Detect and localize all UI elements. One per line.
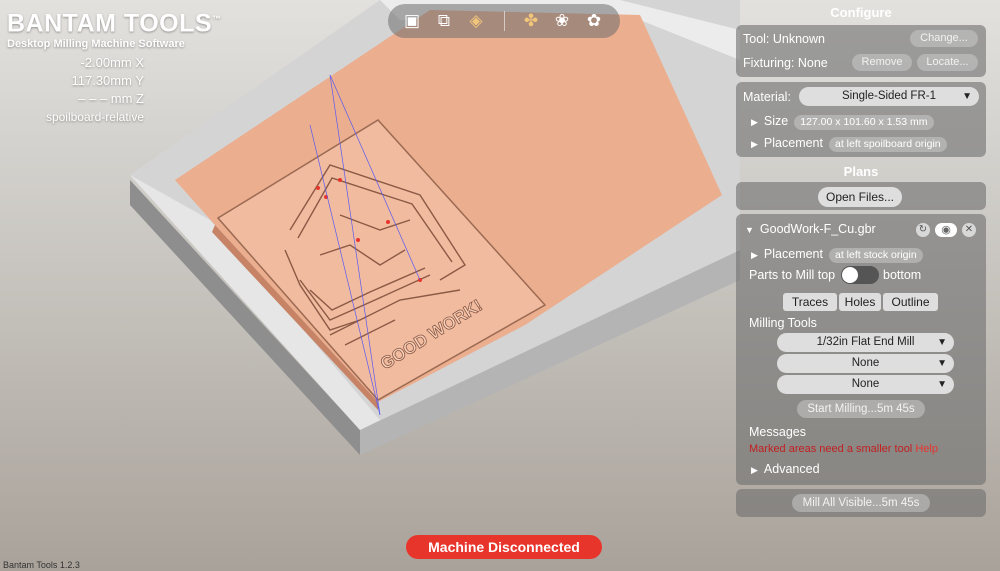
material-label: Material: <box>743 90 791 104</box>
plan-file-disclosure[interactable]: ▼ GoodWork-F_Cu.gbr <box>745 222 876 236</box>
coordinates-readout: -2.00mm X 117.30mm Y – – – mm Z spoilboa… <box>20 54 144 126</box>
material-placement-value: at left spoilboard origin <box>828 137 947 152</box>
configure-title: Configure <box>830 5 892 20</box>
toolbar-divider <box>504 11 505 31</box>
messages-label: Messages <box>749 425 806 439</box>
plans-title: Plans <box>843 164 879 179</box>
start-milling-button[interactable]: Start Milling...5m 45s <box>797 400 925 418</box>
disclosure-triangle-icon: ▶ <box>751 250 758 260</box>
brand: BANTAM TOOLS™ Desktop Milling Machine So… <box>7 6 222 50</box>
coord-x: -2.00mm X <box>80 55 144 70</box>
traces-icon[interactable]: ❀ <box>550 10 574 32</box>
app-version: Bantam Tools 1.2.3 <box>3 560 80 570</box>
remove-fixturing-button[interactable]: Remove <box>852 54 912 71</box>
plan-placement-value: at left stock origin <box>828 248 923 263</box>
top-view-icon[interactable]: ⧉ <box>432 10 456 32</box>
drill-icon[interactable]: ✿ <box>582 10 606 32</box>
close-icon[interactable]: ✕ <box>962 223 976 237</box>
disclosure-triangle-icon: ▶ <box>751 117 758 127</box>
coord-z: – – – mm Z <box>78 91 144 106</box>
front-view-icon[interactable]: ▣ <box>400 10 424 32</box>
tab-holes[interactable]: Holes <box>839 293 881 311</box>
milling-tool-1-select[interactable]: 1/32in Flat End Mill ▼ <box>777 333 954 352</box>
milling-tool-2-select[interactable]: None ▼ <box>777 354 954 373</box>
chevron-down-icon: ▼ <box>937 358 947 369</box>
plan-file-name: GoodWork-F_Cu.gbr <box>759 222 876 236</box>
eye-icon[interactable]: ◉ <box>935 223 957 237</box>
milling-tools-label: Milling Tools <box>749 316 817 330</box>
chevron-down-icon: ▼ <box>937 337 947 348</box>
fixturing-label: Fixturing: None <box>743 56 828 70</box>
refresh-icon[interactable]: ↻ <box>916 223 930 237</box>
bottom-label: bottom <box>883 268 922 282</box>
locate-fixturing-button[interactable]: Locate... <box>917 54 978 71</box>
iso-view-icon[interactable]: ◈ <box>464 10 488 32</box>
material-select[interactable]: Single-Sided FR-1 ▼ <box>799 87 979 106</box>
help-link[interactable]: Help <box>915 443 938 455</box>
tab-outline[interactable]: Outline <box>883 293 938 311</box>
disclosure-triangle-icon: ▶ <box>751 139 758 149</box>
brand-title: BANTAM TOOLS™ <box>7 9 222 38</box>
disclosure-triangle-icon: ▶ <box>751 465 758 475</box>
coord-y: 117.30mm Y <box>71 73 144 88</box>
parts-to-mill-label: Parts to Mill top <box>749 268 836 282</box>
milling-tool-3-select[interactable]: None ▼ <box>777 375 954 394</box>
coord-mode: spoilboard-relative <box>45 110 144 124</box>
size-value: 127.00 x 101.60 x 1.53 mm <box>794 115 934 130</box>
disclosure-open-icon: ▼ <box>745 225 754 235</box>
open-files-button[interactable]: Open Files... <box>818 187 902 207</box>
tool-label: Tool: Unknown <box>743 32 825 46</box>
chevron-down-icon: ▼ <box>962 91 972 102</box>
message-text: Marked areas need a smaller tool Help <box>749 443 938 455</box>
advanced-disclosure[interactable]: ▶ Advanced <box>751 462 820 476</box>
view-toolbar: ▣ ⧉ ◈ ✤ ❀ ✿ <box>388 4 620 38</box>
chevron-down-icon: ▼ <box>937 379 947 390</box>
machine-status-badge[interactable]: Machine Disconnected <box>406 535 602 559</box>
size-disclosure[interactable]: ▶ Size 127.00 x 101.60 x 1.53 mm <box>751 114 934 130</box>
layers-icon[interactable]: ✤ <box>519 10 543 32</box>
brand-subtitle: Desktop Milling Machine Software <box>7 38 185 51</box>
tab-traces[interactable]: Traces <box>783 293 837 311</box>
change-tool-button[interactable]: Change... <box>910 30 978 47</box>
material-placement-disclosure[interactable]: ▶ Placement at left spoilboard origin <box>751 136 947 152</box>
toggle-knob <box>842 267 858 283</box>
mill-all-visible-button[interactable]: Mill All Visible...5m 45s <box>792 494 930 512</box>
top-bottom-toggle[interactable] <box>841 266 879 284</box>
plan-placement-disclosure[interactable]: ▶ Placement at left stock origin <box>751 247 923 263</box>
